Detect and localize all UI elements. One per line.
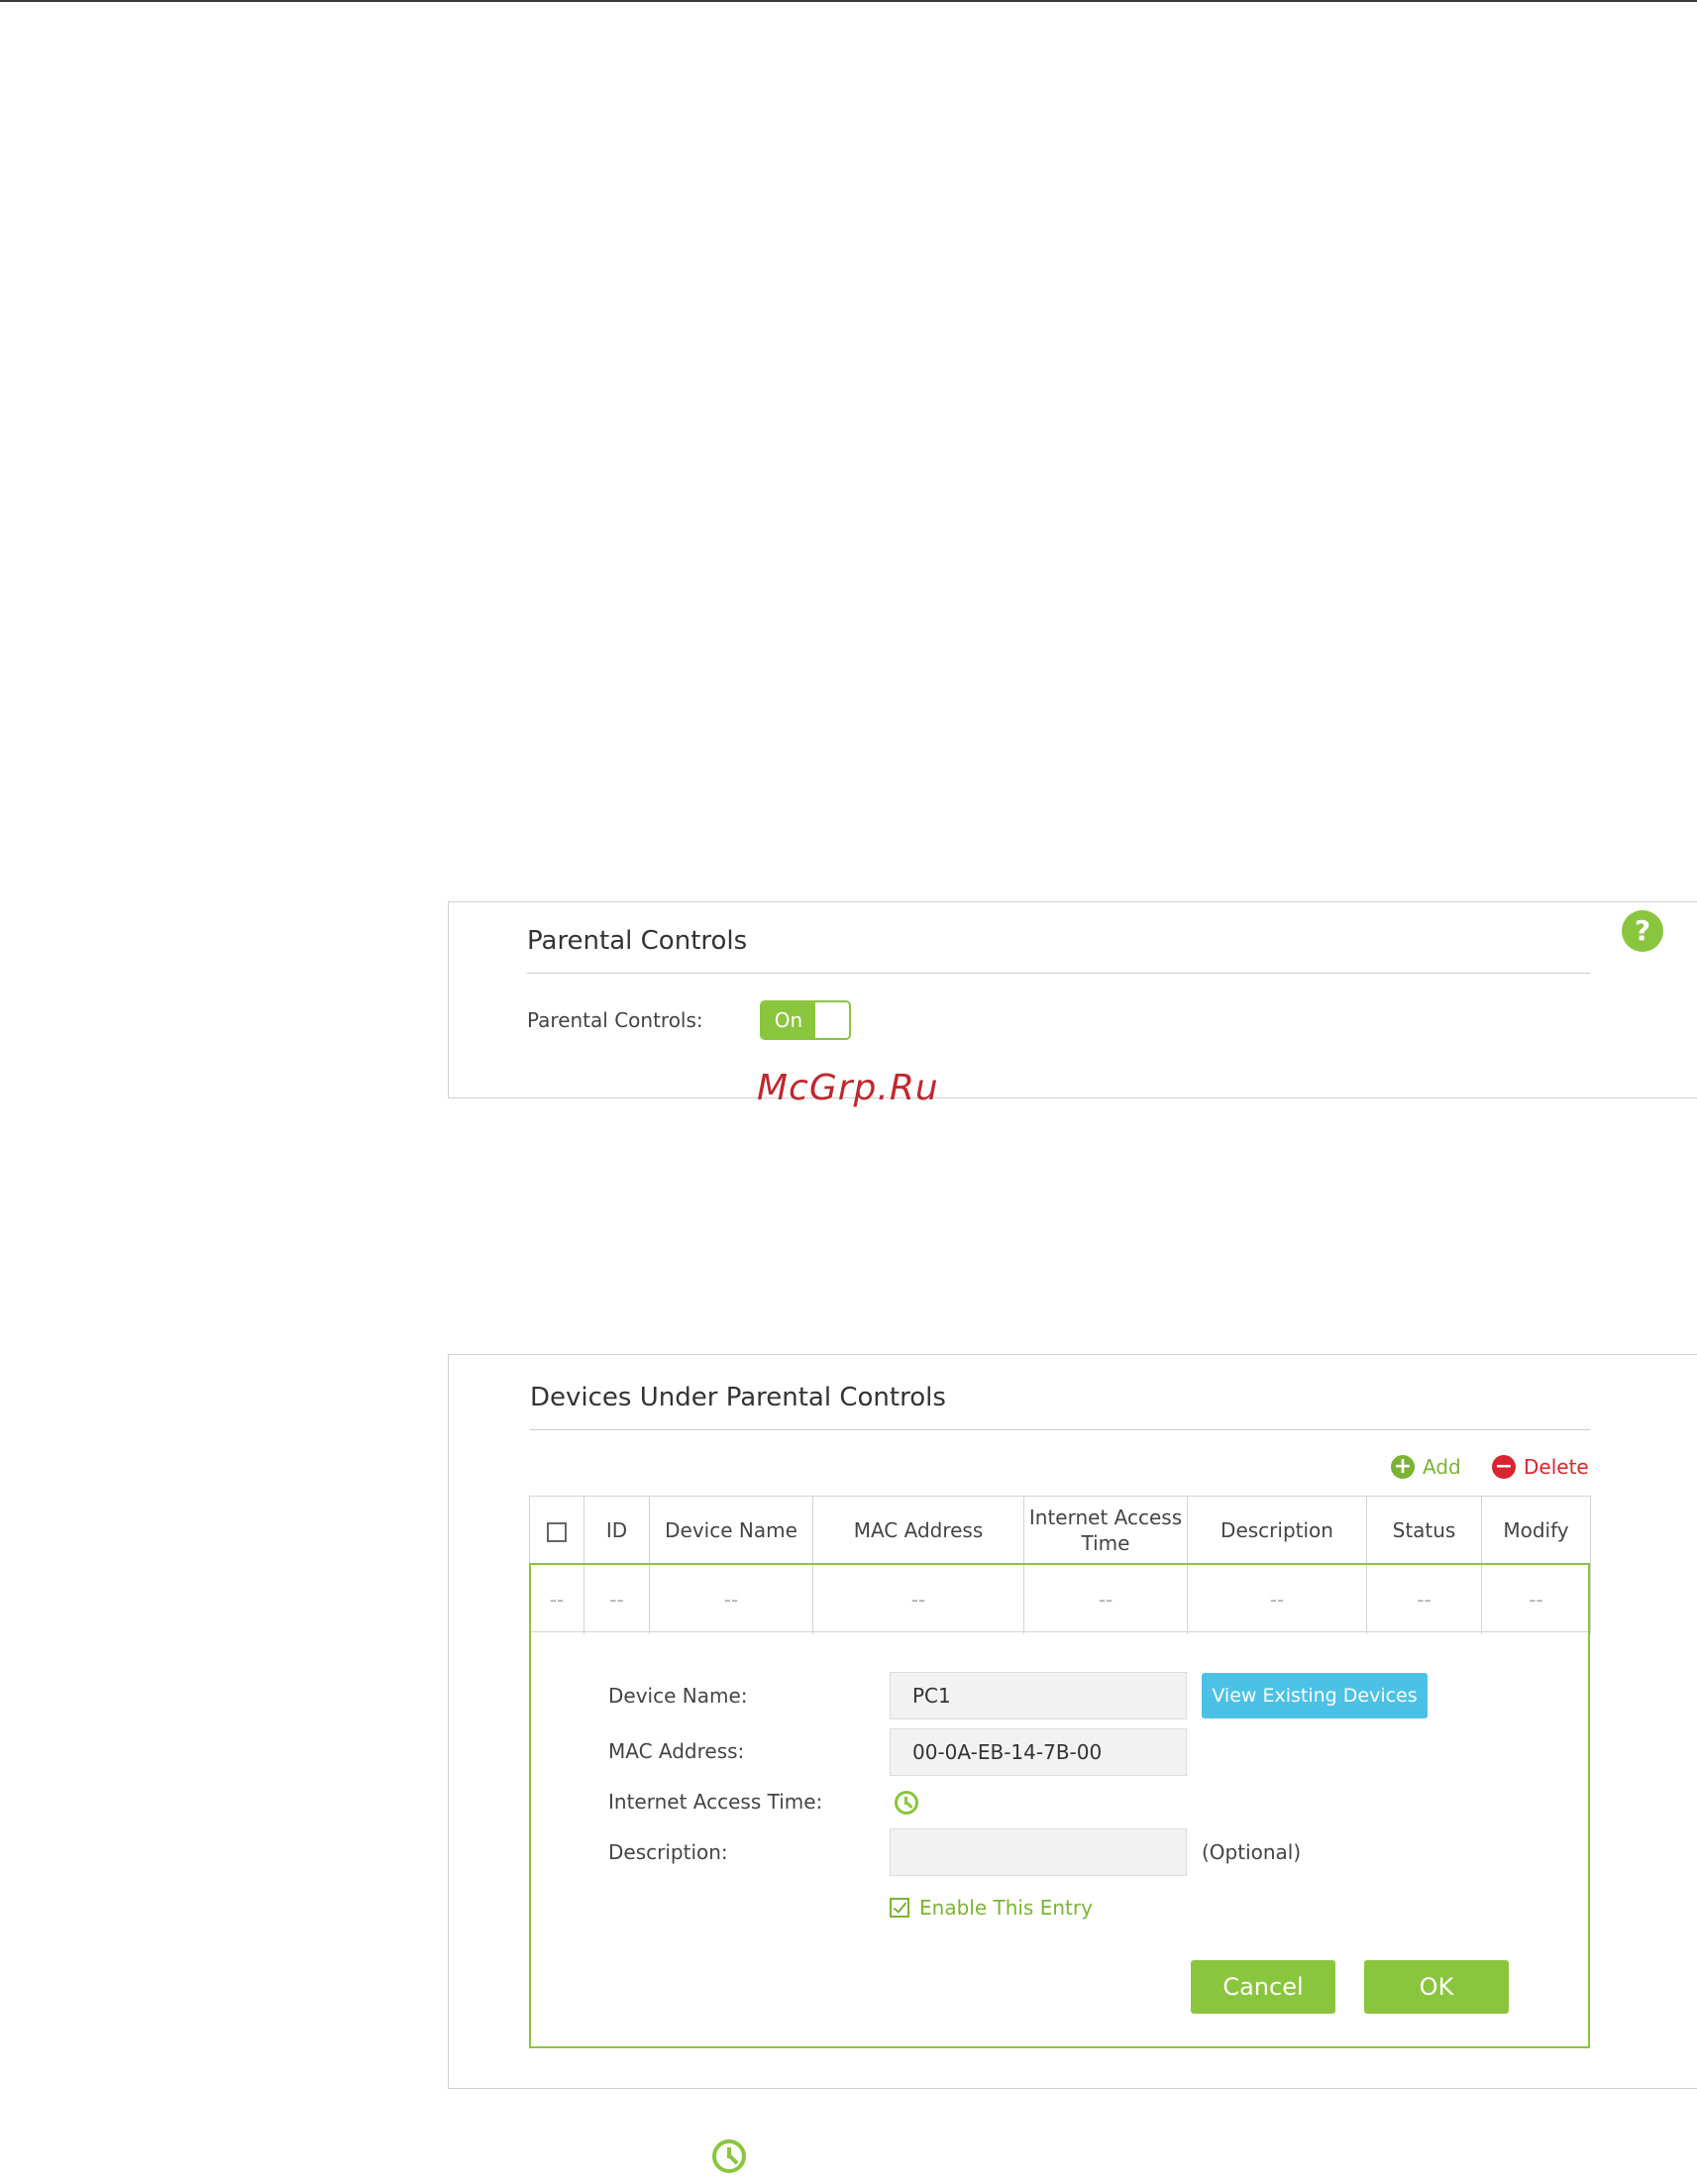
- top-divider: [0, 0, 1697, 2]
- cancel-button[interactable]: Cancel: [1191, 1960, 1335, 2014]
- table-cell: --: [1023, 1564, 1188, 1634]
- toggle-on-label: On: [762, 1002, 815, 1038]
- table-header-row: ID Device Name MAC Address Internet Acce…: [529, 1496, 1591, 1565]
- table-cell: --: [529, 1564, 584, 1634]
- row-divider: [531, 1631, 1588, 1632]
- enable-entry-checkbox[interactable]: Enable This Entry: [890, 1896, 1093, 1920]
- column-header-device-name: Device Name: [649, 1496, 813, 1565]
- title-divider: [527, 973, 1590, 974]
- table-cell: --: [1366, 1564, 1482, 1634]
- device-name-input[interactable]: [890, 1672, 1187, 1719]
- view-existing-devices-button[interactable]: View Existing Devices: [1202, 1673, 1428, 1718]
- column-header-status: Status: [1366, 1496, 1482, 1565]
- mac-address-input[interactable]: [890, 1728, 1187, 1776]
- select-all-cell: [529, 1496, 584, 1565]
- table-cell: --: [812, 1564, 1024, 1634]
- checkbox-checked-icon: [890, 1898, 909, 1918]
- column-header-modify: Modify: [1481, 1496, 1591, 1565]
- table-cell: --: [649, 1564, 813, 1634]
- internet-access-time-label: Internet Access Time:: [608, 1790, 823, 1814]
- delete-button[interactable]: − Delete: [1492, 1455, 1589, 1479]
- title-divider: [530, 1429, 1590, 1430]
- column-header-id: ID: [583, 1496, 650, 1565]
- table-cell: --: [583, 1564, 650, 1634]
- clock-icon: [712, 2139, 746, 2173]
- ok-button[interactable]: OK: [1364, 1960, 1509, 2014]
- mac-address-label: MAC Address:: [608, 1739, 745, 1763]
- minus-circle-icon: −: [1492, 1455, 1516, 1479]
- device-name-label: Device Name:: [608, 1684, 748, 1708]
- clock-icon[interactable]: [895, 1791, 918, 1815]
- devices-table: ID Device Name MAC Address Internet Acce…: [529, 1496, 1591, 1634]
- optional-hint: (Optional): [1202, 1840, 1302, 1864]
- description-label: Description:: [608, 1840, 728, 1864]
- panel-title: Devices Under Parental Controls: [530, 1383, 946, 1412]
- watermark-text: McGrp.Ru: [757, 1068, 939, 1108]
- table-cell: --: [1187, 1564, 1367, 1634]
- question-circle-icon[interactable]: ?: [1622, 910, 1663, 952]
- parental-controls-toggle[interactable]: On: [760, 1000, 851, 1040]
- description-input[interactable]: [890, 1828, 1187, 1876]
- panel-title: Parental Controls: [527, 926, 748, 956]
- add-label: Add: [1423, 1455, 1461, 1479]
- delete-label: Delete: [1524, 1455, 1589, 1479]
- column-header-internet-access-time: Internet Access Time: [1023, 1496, 1188, 1565]
- column-header-description: Description: [1187, 1496, 1367, 1565]
- table-cell: --: [1481, 1564, 1591, 1634]
- enable-entry-label: Enable This Entry: [919, 1896, 1093, 1920]
- parental-controls-label: Parental Controls:: [527, 1008, 703, 1032]
- add-button[interactable]: + Add: [1391, 1455, 1461, 1479]
- plus-circle-icon: +: [1391, 1455, 1415, 1479]
- column-header-mac-address: MAC Address: [812, 1496, 1024, 1565]
- table-row: -- -- -- -- -- -- -- --: [529, 1564, 1591, 1634]
- select-all-checkbox[interactable]: [547, 1521, 567, 1542]
